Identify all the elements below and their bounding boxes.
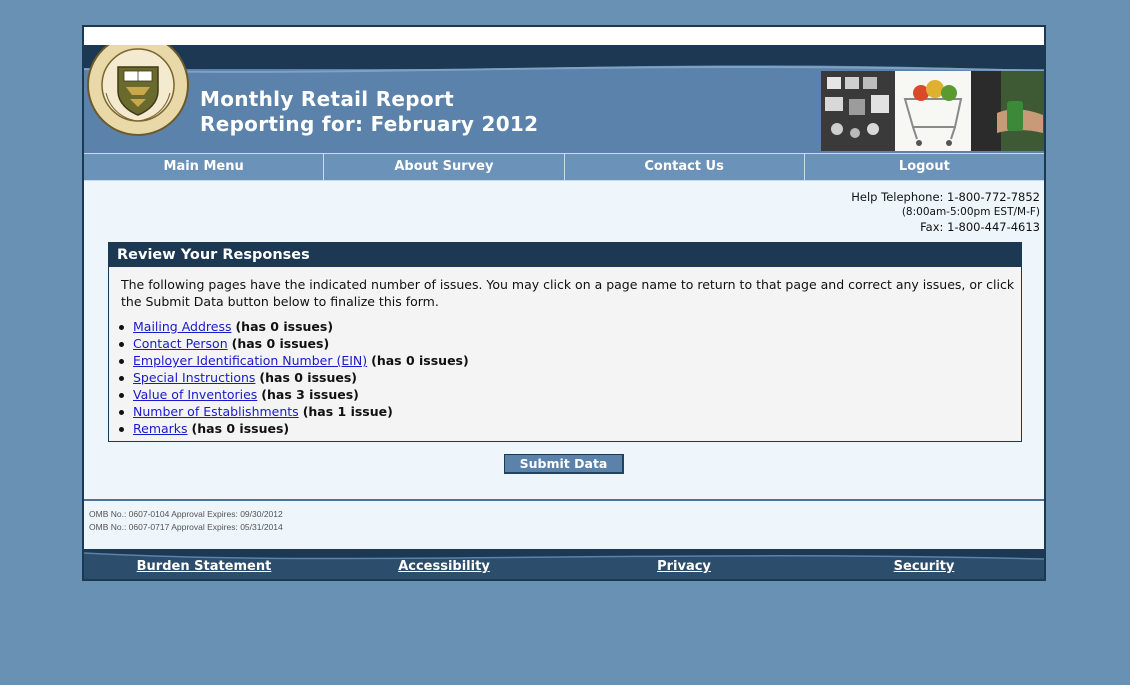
- issue-count: (has 0 issues): [235, 319, 334, 334]
- nav-about-survey[interactable]: About Survey: [324, 154, 565, 180]
- footer-security[interactable]: Security: [804, 549, 1044, 579]
- help-hours: (8:00am-5:00pm EST/M-F): [901, 206, 1040, 218]
- link-ein[interactable]: Employer Identification Number (EIN): [133, 353, 367, 368]
- report-title: Monthly Retail Report: [200, 87, 454, 111]
- footer-accessibility[interactable]: Accessibility: [324, 549, 564, 579]
- issue-list: Mailing Address (has 0 issues) Contact P…: [109, 318, 1021, 437]
- nav-logout[interactable]: Logout: [805, 154, 1044, 180]
- help-telephone: Help Telephone: 1-800-772-7852: [851, 190, 1040, 204]
- list-item: Contact Person (has 0 issues): [119, 335, 1021, 352]
- retail-photo-strip: [821, 71, 1044, 151]
- link-remarks[interactable]: Remarks: [133, 421, 188, 436]
- footer-privacy[interactable]: Privacy: [564, 549, 804, 579]
- omb-line-2: OMB No.: 0607-0717 Approval Expires: 05/…: [89, 522, 283, 532]
- submit-data-button[interactable]: Submit Data: [504, 454, 624, 474]
- list-item: Remarks (has 0 issues): [119, 420, 1021, 437]
- footer-burden-statement[interactable]: Burden Statement: [84, 549, 324, 579]
- omb-approval-info: OMB No.: 0607-0104 Approval Expires: 09/…: [89, 508, 283, 534]
- census-bureau-seal-icon: [87, 45, 189, 136]
- reporting-period: Reporting for: February 2012: [200, 112, 539, 136]
- help-fax: Fax: 1-800-447-4613: [920, 220, 1040, 234]
- section-divider: [84, 499, 1044, 501]
- footer-bar: Burden Statement Accessibility Privacy S…: [84, 549, 1044, 579]
- footer-links: Burden Statement Accessibility Privacy S…: [84, 549, 1044, 579]
- link-number-of-establishments[interactable]: Number of Establishments: [133, 404, 299, 419]
- omb-line-1: OMB No.: 0607-0104 Approval Expires: 09/…: [89, 509, 283, 519]
- link-contact-person[interactable]: Contact Person: [133, 336, 228, 351]
- main-nav: Main Menu About Survey Contact Us Logout: [84, 153, 1044, 181]
- review-heading: Review Your Responses: [109, 243, 1021, 267]
- header-banner: Monthly Retail Report Reporting for: Feb…: [84, 45, 1044, 153]
- link-special-instructions[interactable]: Special Instructions: [133, 370, 255, 385]
- list-item: Value of Inventories (has 3 issues): [119, 386, 1021, 403]
- review-intro: The following pages have the indicated n…: [121, 277, 1015, 309]
- list-item: Mailing Address (has 0 issues): [119, 318, 1021, 335]
- issue-count: (has 0 issues): [231, 336, 330, 351]
- nav-contact-us[interactable]: Contact Us: [565, 154, 805, 180]
- list-item: Special Instructions (has 0 issues): [119, 369, 1021, 386]
- page-frame: Monthly Retail Report Reporting for: Feb…: [82, 25, 1046, 581]
- issue-count: (has 0 issues): [191, 421, 290, 436]
- review-panel: Review Your Responses The following page…: [108, 242, 1022, 442]
- link-value-of-inventories[interactable]: Value of Inventories: [133, 387, 257, 402]
- issue-count: (has 0 issues): [259, 370, 358, 385]
- list-item: Number of Establishments (has 1 issue): [119, 403, 1021, 420]
- top-strip: [84, 27, 1044, 45]
- issue-count: (has 3 issues): [261, 387, 359, 402]
- nav-main-menu[interactable]: Main Menu: [84, 154, 325, 180]
- issue-count: (has 0 issues): [371, 353, 469, 368]
- list-item: Employer Identification Number (EIN) (ha…: [119, 352, 1021, 369]
- help-contact-info: Help Telephone: 1-800-772-7852 (8:00am-5…: [851, 190, 1040, 235]
- issue-count: (has 1 issue): [302, 404, 393, 419]
- link-mailing-address[interactable]: Mailing Address: [133, 319, 231, 334]
